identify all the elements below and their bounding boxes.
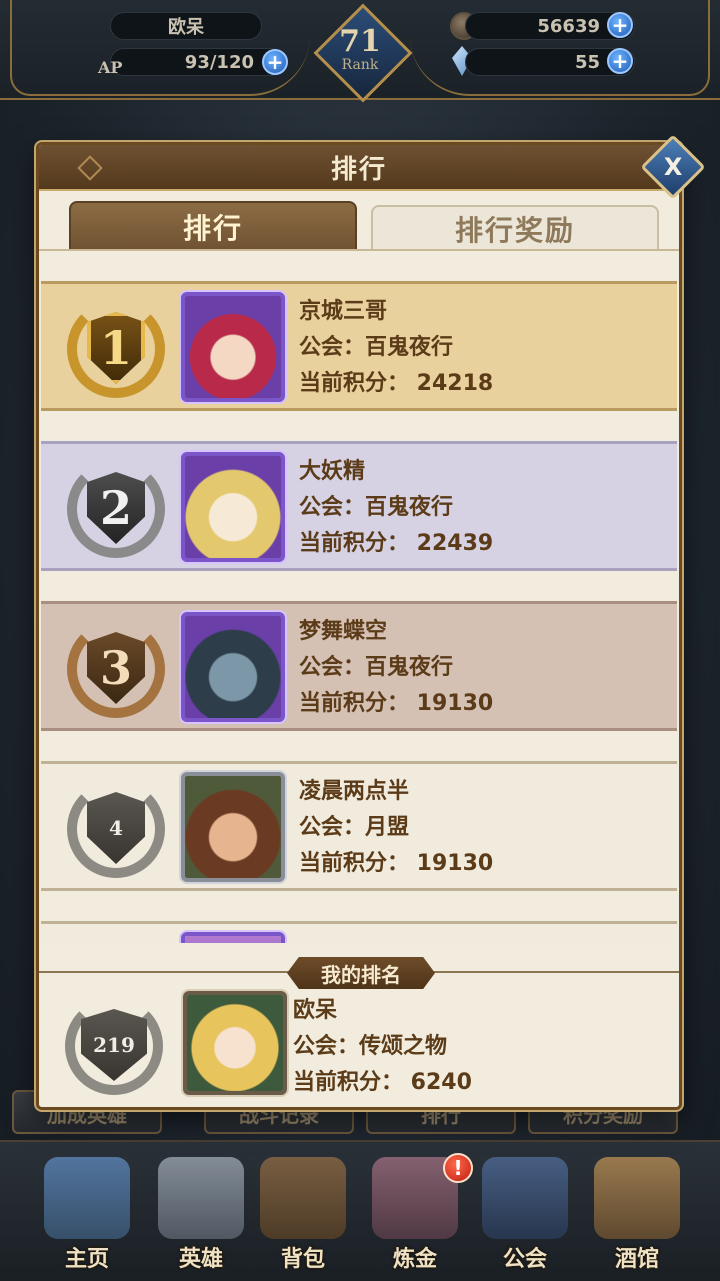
tab-ranking-rewards[interactable]: 排行奖励 [371, 205, 659, 251]
guild-text: 公会：百鬼夜行 [299, 655, 454, 680]
backpack-icon [260, 1157, 346, 1239]
add-ap-button[interactable]: + [262, 49, 288, 75]
avatar[interactable] [181, 772, 285, 882]
nav-guild[interactable]: 公会 [470, 1154, 580, 1279]
tab-ranking[interactable]: 排行 [69, 201, 357, 251]
avatar[interactable] [181, 292, 285, 402]
nav-bag-label: 背包 [280, 1247, 325, 1272]
ranking-row[interactable]: 4 凌晨两点半 公会：月盟 当前积分： 19130 [41, 761, 677, 891]
add-gold-button[interactable]: + [607, 12, 633, 38]
avatar[interactable] [181, 932, 285, 943]
guild-shield-icon [482, 1157, 568, 1239]
dialog-header: 排行 [39, 145, 679, 191]
bottom-navigation: 主页 英雄 背包 炼金 公会 酒馆 [0, 1140, 720, 1281]
player-name: 欧呆 [110, 12, 262, 40]
hero-portrait [187, 995, 283, 1091]
ranking-list[interactable]: 1 京城三哥 公会：百鬼夜行 当前积分： 24218 2 大妖精 公会：百鬼夜行… [41, 273, 677, 943]
score-text: 当前积分： 6240 [293, 1070, 472, 1095]
player-info: 京城三哥 公会：百鬼夜行 当前积分： 24218 [299, 294, 493, 402]
avatar[interactable] [183, 991, 287, 1095]
silver-medal-icon: 2 [67, 460, 165, 558]
nav-tavern-label: 酒馆 [614, 1247, 659, 1272]
my-rank-panel: 我的排名 219 欧呆 公会：传颂之物 当前积分： 6240 [39, 957, 679, 1107]
hero-portrait [185, 296, 281, 398]
diamond-ornament-icon [77, 155, 103, 181]
ranking-row[interactable]: 1 京城三哥 公会：百鬼夜行 当前积分： 24218 [41, 281, 677, 411]
nav-tavern[interactable]: 酒馆 [582, 1154, 692, 1279]
bronze-medal-icon: 3 [67, 620, 165, 718]
gold-medal-icon: 1 [67, 300, 165, 398]
score-text: 当前积分： 24218 [299, 371, 494, 396]
player-rank-badge[interactable]: 71 Rank [314, 4, 406, 96]
guild-text: 公会：百鬼夜行 [299, 495, 454, 520]
player-name-text: 大妖精 [299, 459, 366, 484]
rank-number: 71 [339, 24, 381, 59]
player-info: 大妖精 公会：百鬼夜行 当前积分： 22439 [299, 454, 493, 562]
player-name-text: 凌晨两点半 [299, 779, 410, 804]
player-name-text: 京城三哥 [299, 299, 388, 324]
ranking-row[interactable]: 2 大妖精 公会：百鬼夜行 当前积分： 22439 [41, 441, 677, 571]
nav-guild-label: 公会 [502, 1247, 547, 1272]
nav-home[interactable]: 主页 [32, 1154, 142, 1279]
tab-bar: 排行 排行奖励 [69, 201, 659, 251]
hero-portrait [185, 616, 281, 718]
dialog-title: 排行 [330, 154, 387, 185]
score-text: 当前积分： 19130 [299, 691, 494, 716]
guild-text: 公会：传颂之物 [293, 1034, 448, 1059]
player-info: 凌晨两点半 公会：月盟 当前积分： 19130 [299, 774, 493, 882]
add-crystal-button[interactable]: + [607, 48, 633, 74]
hero-portrait [185, 936, 281, 943]
ranking-row[interactable]: 3 梦舞蝶空 公会：百鬼夜行 当前积分： 19130 [41, 601, 677, 731]
player-name-text: 梦舞蝶空 [299, 619, 388, 644]
score-text: 当前积分： 22439 [299, 531, 494, 556]
castle-icon [44, 1157, 130, 1239]
nav-heroes-label: 英雄 [178, 1247, 223, 1272]
ranking-row[interactable] [41, 921, 677, 943]
nav-home-label: 主页 [64, 1247, 109, 1272]
hero-portrait [185, 456, 281, 558]
ranking-dialog: 排行 排行 排行奖励 1 京城三哥 公会：百鬼夜行 当前积分： 24218 2 … [36, 142, 682, 1110]
avatar[interactable] [181, 452, 285, 562]
avatar[interactable] [181, 612, 285, 722]
player-name-text: 欧呆 [293, 998, 338, 1023]
helmet-icon [158, 1157, 244, 1239]
guild-text: 公会：月盟 [299, 815, 410, 840]
nav-alchemy-label: 炼金 [392, 1247, 437, 1272]
rank-medal-icon: 4 [67, 780, 165, 878]
ap-value: 93/120 [110, 48, 285, 76]
close-icon: X [663, 152, 683, 181]
player-info: 梦舞蝶空 公会：百鬼夜行 当前积分： 19130 [299, 614, 493, 722]
nav-heroes[interactable]: 英雄 [146, 1154, 256, 1279]
tab-divider [39, 249, 679, 251]
guild-text: 公会：百鬼夜行 [299, 335, 454, 360]
my-rank-title: 我的排名 [287, 957, 435, 989]
ap-label: AP [98, 58, 123, 77]
player-info: 欧呆 公会：传颂之物 当前积分： 6240 [293, 993, 472, 1101]
score-text: 当前积分： 19130 [299, 851, 494, 876]
hero-portrait [185, 776, 281, 878]
rank-label: Rank [341, 57, 379, 73]
alchemy-alert-icon: ! [443, 1153, 473, 1183]
beer-mug-icon [594, 1157, 680, 1239]
nav-bag[interactable]: 背包 [248, 1154, 358, 1279]
rank-medal-icon: 219 [65, 997, 163, 1095]
